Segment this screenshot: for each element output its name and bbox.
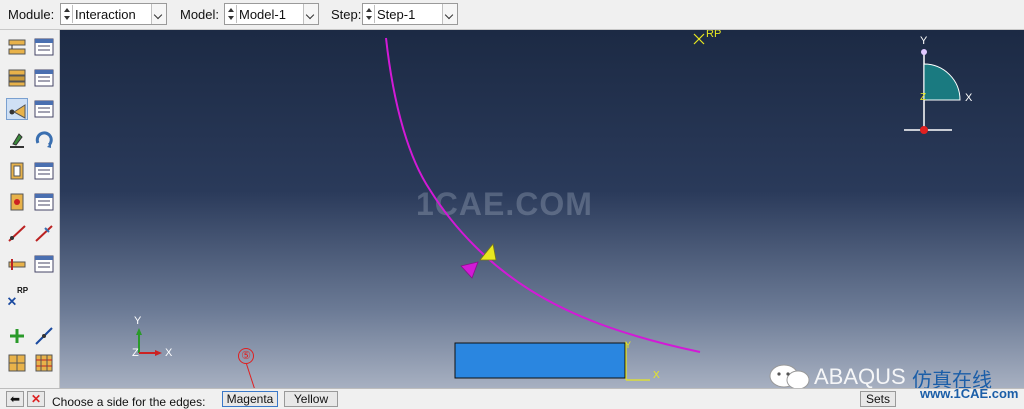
global-triad-z: Z (132, 347, 139, 359)
interaction-manager-icon[interactable] (33, 36, 55, 58)
prompt-text: Choose a side for the edges: (52, 395, 206, 409)
corner-triad-y: Y (920, 35, 928, 47)
create-spring-dashpot-icon[interactable] (6, 253, 28, 275)
create-connector-icon[interactable] (6, 129, 28, 151)
rigid-part-rectangle (454, 342, 626, 379)
magenta-side-arrow-icon (460, 261, 479, 279)
global-triad-y: Y (134, 315, 142, 327)
cancel-x-icon[interactable]: ✕ (27, 391, 45, 407)
overlay-abaqus-text: ABAQUS (814, 364, 906, 389)
step-spinner-icon[interactable] (364, 5, 375, 23)
sets-button[interactable]: Sets (860, 391, 896, 407)
yellow-side-arrow-icon (479, 243, 497, 261)
add-datum-point-icon[interactable] (6, 325, 28, 347)
module-dropdown-chevron-icon[interactable] (151, 4, 166, 24)
step-dropdown-chevron-icon[interactable] (442, 4, 457, 24)
module-combo[interactable]: Interaction (60, 3, 167, 25)
partition-cell-icon[interactable] (33, 352, 55, 374)
inertia-manager-icon[interactable] (33, 191, 55, 213)
fastener-manager-icon[interactable] (33, 160, 55, 182)
model-dropdown-chevron-icon[interactable] (303, 4, 318, 24)
step-callout-badge: ⑤ (238, 348, 254, 364)
rp-tool-label: RP (17, 286, 29, 295)
selected-edge-curve (385, 37, 701, 353)
connector-section-icon[interactable] (33, 129, 55, 151)
step-label: Step: (331, 7, 362, 22)
overlay-site-text: www.1CAE.com (920, 386, 1019, 401)
create-interaction-icon[interactable] (6, 36, 28, 58)
model-geometry (136, 33, 961, 381)
context-bar: Module: Interaction Model: Model-1 Step:… (0, 0, 1024, 30)
create-crack-icon[interactable] (6, 222, 28, 244)
model-value: Model-1 (239, 7, 286, 22)
create-inertia-icon[interactable] (6, 191, 28, 213)
module-label: Module: (8, 7, 55, 22)
step-value: Step-1 (377, 7, 416, 22)
model-label: Model: (180, 7, 220, 22)
part-triad-y: Y (625, 340, 632, 350)
module-value: Interaction (75, 7, 136, 22)
part-triad-x: X (653, 370, 660, 381)
model-combo[interactable]: Model-1 (224, 3, 319, 25)
module-spinner-icon[interactable] (62, 5, 73, 23)
toolbox: RP (0, 30, 60, 388)
crack-manager-icon[interactable] (33, 222, 55, 244)
interaction-property-icon[interactable] (6, 67, 28, 89)
back-arrow-icon[interactable]: ⬅ (6, 391, 24, 407)
spring-manager-icon[interactable] (33, 253, 55, 275)
property-manager-icon[interactable] (33, 67, 55, 89)
reference-point-tool[interactable]: RP (6, 286, 32, 312)
create-constraint-icon[interactable] (6, 98, 28, 120)
create-fastener-icon[interactable] (6, 160, 28, 182)
magenta-side-button[interactable]: Magenta (222, 391, 278, 407)
partition-face-icon[interactable] (6, 352, 28, 374)
viewport-canvas[interactable]: 1CAE.COM RP Y X Z Y X Z Y X (60, 30, 1024, 388)
corner-triad-z: Z (920, 92, 927, 103)
global-triad-x: X (165, 347, 173, 359)
corner-triad-x: X (965, 92, 973, 104)
prompt-bar: ⬅ ✕ Choose a side for the edges: Magenta… (0, 388, 1024, 409)
model-spinner-icon[interactable] (226, 5, 237, 23)
rp-label: RP (706, 30, 722, 40)
datum-axis-icon[interactable] (33, 325, 55, 347)
step-combo[interactable]: Step-1 (362, 3, 458, 25)
yellow-side-button[interactable]: Yellow (284, 391, 338, 407)
constraint-manager-icon[interactable] (33, 98, 55, 120)
